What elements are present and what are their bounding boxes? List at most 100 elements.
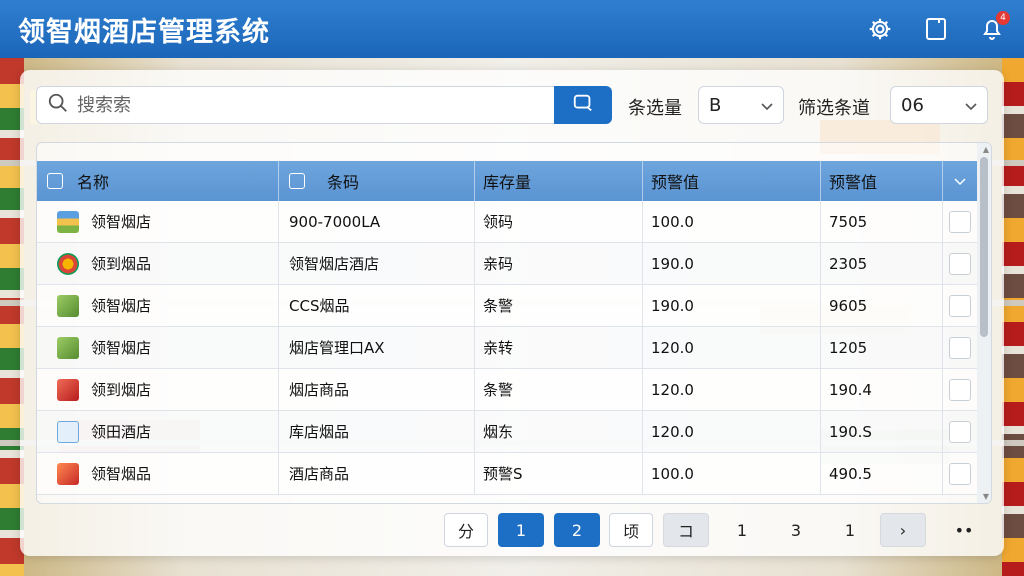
page-ellipsis-button[interactable]: コ xyxy=(663,513,709,547)
barcode-text: 库店烟品 xyxy=(289,423,350,441)
row-checkbox[interactable] xyxy=(949,252,971,275)
scrollbar-thumb[interactable] xyxy=(980,157,988,337)
header-stock[interactable]: 库存量 xyxy=(475,161,643,201)
book-stack-icon xyxy=(57,210,79,233)
row-checkbox[interactable] xyxy=(949,420,971,443)
settings-gear-icon[interactable] xyxy=(866,15,894,43)
warning-2-text: 9605 xyxy=(829,296,868,315)
cell-name: 领智烟品 xyxy=(37,452,279,495)
product-name: 领田酒店 xyxy=(91,423,152,441)
table-row[interactable]: 领到烟店 烟店商品 条警 120.0 190.4 xyxy=(37,368,977,411)
page-number-button[interactable]: 1 xyxy=(720,513,764,547)
cell-barcode: 900-7000LA xyxy=(279,200,475,243)
header-sort-icon[interactable] xyxy=(943,161,977,201)
cell-barcode: CCS烟品 xyxy=(279,284,475,327)
page-first-button[interactable]: 分 xyxy=(444,513,488,547)
warning-1-text: 190.0 xyxy=(651,254,694,273)
search-button[interactable] xyxy=(554,86,612,124)
warning-2-text: 190.S xyxy=(829,422,872,441)
header-warning-2[interactable]: 预警值 xyxy=(821,161,943,201)
cell-warning-2: 2305 xyxy=(821,242,943,285)
stock-text: 预警S xyxy=(483,465,523,483)
cell-stock: 条警 xyxy=(475,284,643,327)
notification-bell-icon[interactable]: 4 xyxy=(978,11,1010,43)
chevron-down-icon xyxy=(761,95,773,116)
app-title: 领智烟酒店管理系统 xyxy=(18,16,270,48)
table-row[interactable]: 领智烟品 酒店商品 预警S 100.0 490.5 xyxy=(37,452,977,495)
vertical-scrollbar[interactable]: ▲ ▼ xyxy=(977,143,991,503)
header-checkbox[interactable] xyxy=(289,173,305,189)
header-barcode[interactable]: 条码 xyxy=(279,161,475,201)
stock-text: 亲码 xyxy=(483,255,514,273)
table-row[interactable]: 领智烟店 CCS烟品 条警 190.0 9605 xyxy=(37,284,977,327)
page-jump-button[interactable]: 顷 xyxy=(609,513,653,547)
cell-name: 领智烟店 xyxy=(37,326,279,369)
header-warning-1-label: 预警值 xyxy=(651,173,700,192)
filter-label-2: 筛选条道 xyxy=(798,98,870,119)
filter-select-1[interactable]: B xyxy=(698,86,784,124)
stock-text: 领码 xyxy=(483,213,514,231)
barcode-text: 酒店商品 xyxy=(289,465,350,483)
cell-checkbox xyxy=(943,327,977,369)
table-row[interactable]: 领智烟店 烟店管理口AX 亲转 120.0 1205 xyxy=(37,326,977,369)
cell-warning-1: 120.0 xyxy=(643,326,821,369)
header-name[interactable]: 名称 xyxy=(37,161,279,201)
search-field[interactable] xyxy=(36,86,556,124)
table-row[interactable]: 领到烟品 领智烟店酒店 亲码 190.0 2305 xyxy=(37,242,977,285)
page-1-button[interactable]: 1 xyxy=(498,513,544,547)
warning-1-text: 120.0 xyxy=(651,338,694,357)
header-barcode-label: 条码 xyxy=(327,173,360,192)
header-name-label: 名称 xyxy=(77,173,110,192)
row-checkbox[interactable] xyxy=(949,336,971,359)
header-warning-2-label: 预警值 xyxy=(829,173,878,192)
row-checkbox[interactable] xyxy=(949,462,971,485)
cell-warning-1: 120.0 xyxy=(643,368,821,411)
cell-stock: 亲转 xyxy=(475,326,643,369)
select-all-checkbox[interactable] xyxy=(47,173,63,189)
product-table: 名称 条码 库存量 预警值 预警值 领智烟店 900-7000LA 领码 100.0 7… xyxy=(36,142,992,504)
cell-stock: 亲码 xyxy=(475,242,643,285)
cell-warning-1: 190.0 xyxy=(643,284,821,327)
row-checkbox[interactable] xyxy=(949,294,971,317)
notepad-icon[interactable] xyxy=(922,15,950,43)
stock-text: 条警 xyxy=(483,297,514,315)
warning-1-text: 100.0 xyxy=(651,212,694,231)
warning-2-text: 1205 xyxy=(829,338,868,357)
cell-checkbox xyxy=(943,369,977,411)
cell-warning-1: 100.0 xyxy=(643,452,821,495)
warning-1-text: 120.0 xyxy=(651,380,694,399)
more-options-button[interactable]: •• xyxy=(942,513,986,547)
table-row[interactable]: 领智烟店 900-7000LA 领码 100.0 7505 xyxy=(37,200,977,243)
search-input[interactable] xyxy=(77,94,517,116)
cell-warning-1: 100.0 xyxy=(643,200,821,243)
chevron-down-icon xyxy=(965,95,977,116)
stock-text: 条警 xyxy=(483,381,514,399)
document-icon xyxy=(57,420,79,443)
table-header: 名称 条码 库存量 预警值 预警值 xyxy=(37,161,977,201)
page-number-button[interactable]: 3 xyxy=(774,513,818,547)
table-row[interactable]: 领田酒店 库店烟品 烟东 120.0 190.S xyxy=(37,410,977,453)
header-bar: 领智烟酒店管理系统 4 xyxy=(0,0,1024,58)
cell-name: 领智烟店 xyxy=(37,284,279,327)
filter-select-2[interactable]: 06 xyxy=(890,86,988,124)
page-2-button[interactable]: 2 xyxy=(554,513,600,547)
cell-barcode: 烟店商品 xyxy=(279,368,475,411)
cell-warning-2: 190.4 xyxy=(821,368,943,411)
cell-barcode: 库店烟品 xyxy=(279,410,475,453)
next-page-button[interactable]: › xyxy=(880,513,926,547)
cell-name: 领智烟店 xyxy=(37,200,279,243)
page-number-button[interactable]: 1 xyxy=(828,513,872,547)
cell-warning-2: 9605 xyxy=(821,284,943,327)
row-checkbox[interactable] xyxy=(949,378,971,401)
cell-warning-2: 490.5 xyxy=(821,452,943,495)
warning-1-text: 120.0 xyxy=(651,422,694,441)
row-checkbox[interactable] xyxy=(949,210,971,233)
product-name: 领智烟品 xyxy=(91,465,152,483)
stock-text: 亲转 xyxy=(483,339,514,357)
notification-badge: 4 xyxy=(996,11,1010,25)
header-warning-1[interactable]: 预警值 xyxy=(643,161,821,201)
cell-barcode: 烟店管理口AX xyxy=(279,326,475,369)
warning-2-text: 190.4 xyxy=(829,380,872,399)
cell-barcode: 酒店商品 xyxy=(279,452,475,495)
filter-label-1: 条选量 xyxy=(628,98,682,119)
